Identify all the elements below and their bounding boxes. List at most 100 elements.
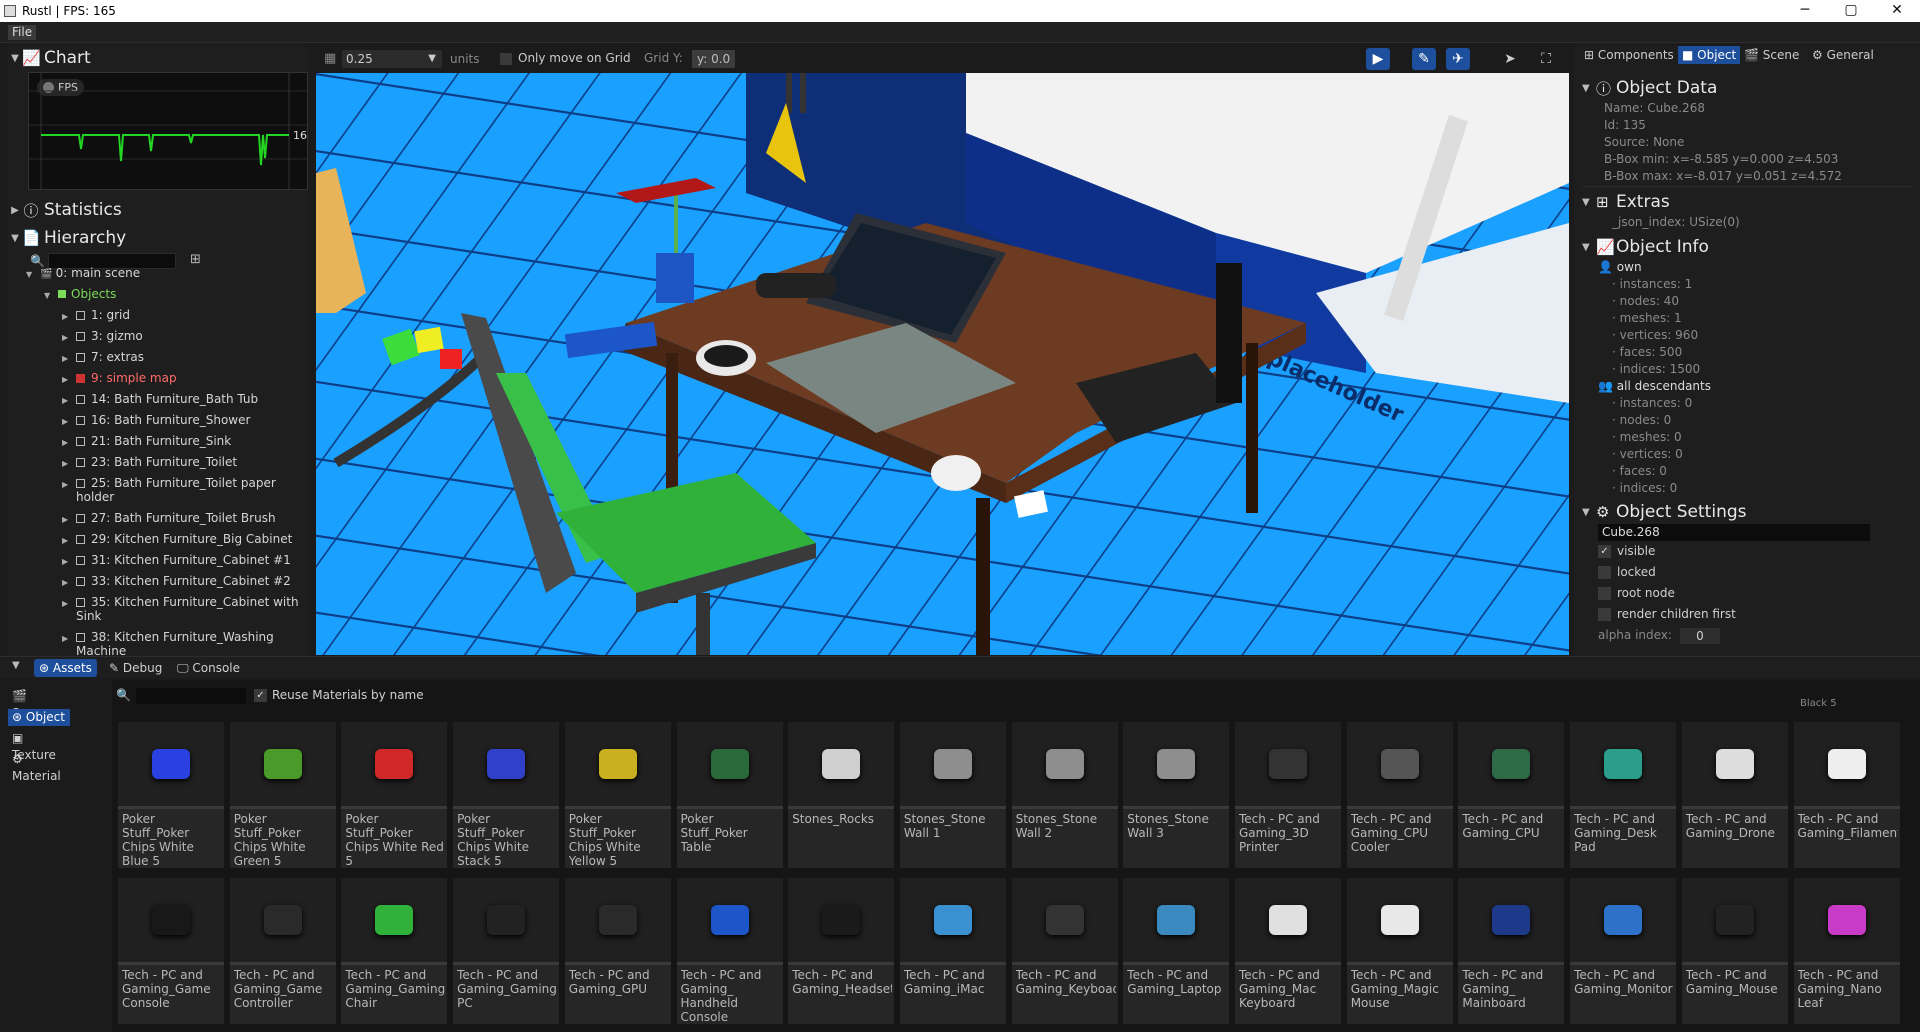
asset-tile[interactable]: Poker Stuff_Poker Table (676, 722, 783, 868)
expand-icon[interactable]: ▶ (62, 532, 76, 549)
asset-category-material[interactable]: ⚙ Material (8, 751, 70, 783)
reuse-materials-checkbox[interactable]: ✓ (254, 689, 267, 702)
expand-icon[interactable]: ▼ (44, 287, 58, 304)
tab-assets[interactable]: ⊛ Assets (34, 659, 97, 677)
asset-tile[interactable]: Poker Stuff_Poker Chips White Green 5 (229, 722, 336, 868)
asset-tile[interactable]: Stones_Stone Wall 1 (899, 722, 1006, 868)
checkbox-row[interactable]: ✓ visible (1582, 541, 1912, 562)
asset-tile[interactable]: Tech - PC and Gaming_Gaming Chair (341, 878, 448, 1024)
checkbox-icon[interactable] (76, 311, 85, 320)
add-icon[interactable]: ⊞ (190, 252, 201, 267)
checkbox-icon[interactable] (76, 479, 85, 488)
tree-item[interactable]: ▶ 3: gizmo (62, 328, 143, 345)
alpha-index-input[interactable]: 0 (1679, 627, 1720, 644)
asset-tile[interactable]: Tech - PC and Gaming_3D Printer (1235, 722, 1341, 868)
tree-item[interactable]: ▶ 7: extras (62, 349, 144, 366)
collapse-icon[interactable]: ▼ (12, 660, 20, 671)
asset-tile[interactable]: Tech - PC and Gaming_ Handheld Console (676, 878, 783, 1024)
asset-tile[interactable]: Poker Stuff_Poker Chips White Red 5 (341, 722, 448, 868)
checkbox-row[interactable]: root node (1582, 583, 1912, 604)
3d-viewport[interactable]: placeholder (316, 73, 1569, 655)
object-name-input[interactable]: Cube.268 (1598, 524, 1870, 541)
minimize-button[interactable]: ─ (1782, 0, 1828, 22)
asset-tile[interactable]: Poker Stuff_Poker Chips White Blue 5 (118, 722, 224, 868)
asset-tile[interactable]: Tech - PC and Gaming_Game Controller (229, 878, 336, 1024)
checkbox-icon[interactable] (76, 556, 85, 565)
asset-tile[interactable]: Tech - PC and Gaming_Laptop (1123, 878, 1230, 1024)
expand-icon[interactable]: ▶ (62, 434, 76, 451)
asset-tile[interactable]: Poker Stuff_Poker Chips White Yellow 5 (564, 722, 671, 868)
expand-icon[interactable]: ▼ (26, 266, 40, 283)
expand-icon[interactable]: ▶ (62, 455, 76, 472)
asset-tile[interactable]: Tech - PC and Gaming_Filament (1793, 722, 1900, 868)
tree-item[interactable]: ▶ 27: Bath Furniture_Toilet Brush (62, 510, 276, 527)
checkbox-icon[interactable] (76, 353, 85, 362)
extras-header[interactable]: ▼ ⊞ Extras (1582, 190, 1912, 214)
play-icon[interactable]: ▶ (1366, 48, 1390, 70)
asset-tile[interactable]: Tech - PC and Gaming_Keyboad (1011, 878, 1118, 1024)
tab-console[interactable]: 🖵 Console (172, 659, 245, 677)
tab-object[interactable]: ■ Object (1678, 46, 1741, 64)
checkbox-icon[interactable] (76, 598, 85, 607)
expand-icon[interactable]: ▶ (62, 329, 76, 346)
asset-tile[interactable]: Tech - PC and Gaming_Monitor (1570, 878, 1677, 1024)
statistics-header[interactable]: ▶ ⓘ Statistics (8, 198, 308, 222)
asset-search-input[interactable] (136, 688, 246, 704)
expand-icon[interactable]: ▶ (62, 350, 76, 367)
tab-debug[interactable]: ✎ Debug (104, 659, 167, 677)
root-node-checkbox[interactable] (1598, 587, 1611, 600)
checkbox-icon[interactable] (76, 416, 85, 425)
tab-scene[interactable]: 🎬 Scene (1740, 46, 1803, 64)
object-settings-header[interactable]: ▼ ⚙ Object Settings (1582, 500, 1912, 524)
asset-tile[interactable]: Tech - PC and Gaming_Mouse (1681, 878, 1788, 1024)
menu-file[interactable]: File (8, 25, 37, 40)
asset-tile[interactable]: Tech - PC and Gaming_Mac Keyboard (1235, 878, 1341, 1024)
expand-icon[interactable]: ▶ (62, 630, 76, 647)
asset-tile[interactable]: Tech - PC and Gaming_iMac (899, 878, 1006, 1024)
tree-item[interactable]: ▶ 33: Kitchen Furniture_Cabinet #2 (62, 573, 291, 590)
expand-icon[interactable]: ▶ (62, 595, 76, 612)
asset-category-scene[interactable]: 🎬 Scene (8, 688, 70, 720)
expand-icon[interactable]: ▶ (62, 511, 76, 528)
asset-tile[interactable]: Tech - PC and Gaming_Headset (788, 878, 895, 1024)
asset-tile[interactable]: Tech - PC and Gaming_Gaming PC (453, 878, 560, 1024)
locked-checkbox[interactable] (1598, 566, 1611, 579)
tree-item[interactable]: ▼ Objects (44, 286, 116, 303)
only-grid-checkbox[interactable] (500, 53, 512, 65)
tab-general[interactable]: ⚙ General (1808, 46, 1878, 64)
checkbox-icon[interactable] (76, 395, 85, 404)
visible-checkbox[interactable]: ✓ (1598, 545, 1611, 558)
asset-tile[interactable]: Tech - PC and Gaming_Nano Leaf (1793, 878, 1900, 1024)
checkbox-row[interactable]: render children first (1582, 604, 1912, 625)
expand-icon[interactable]: ▶ (62, 308, 76, 325)
cursor-icon[interactable]: ➤ (1498, 48, 1522, 70)
checkbox-icon[interactable] (76, 633, 85, 642)
asset-tile[interactable]: Tech - PC and Gaming_ Mainboard (1458, 878, 1565, 1024)
chart-header[interactable]: ▼ 📈 Chart (8, 46, 308, 70)
tree-item[interactable]: ▶ 31: Kitchen Furniture_Cabinet #1 (62, 552, 291, 569)
expand-icon[interactable]: ▶ (62, 553, 76, 570)
expand-icon[interactable]: ▶ (62, 392, 76, 409)
asset-tile[interactable]: Tech - PC and Gaming_Game Console (118, 878, 224, 1024)
asset-category-texture[interactable]: ▣ Texture (8, 730, 70, 762)
asset-tile[interactable]: Tech - PC and Gaming_Magic Mouse (1346, 878, 1453, 1024)
checkbox-icon[interactable] (76, 514, 85, 523)
airplane-icon[interactable]: ✈ (1446, 48, 1470, 70)
asset-tile[interactable]: Tech - PC and Gaming_CPU (1458, 722, 1565, 868)
tree-item[interactable]: ▶ 14: Bath Furniture_Bath Tub (62, 391, 258, 408)
asset-tile[interactable]: Poker Stuff_Poker Chips White Stack 5 (453, 722, 560, 868)
expand-icon[interactable]: ▶ (62, 413, 76, 430)
asset-category-object[interactable]: ⊛ Object (8, 709, 70, 726)
render-children-first-checkbox[interactable] (1598, 608, 1611, 621)
grid-size-select[interactable]: 0.25 ▼ (342, 50, 442, 68)
tree-item[interactable]: ▶ 9: simple map (62, 370, 177, 387)
checkbox-row[interactable]: locked (1582, 562, 1912, 583)
checkbox-icon[interactable] (76, 437, 85, 446)
asset-tile[interactable]: Tech - PC and Gaming_Desk Pad (1570, 722, 1677, 868)
checkbox-icon[interactable] (76, 374, 85, 383)
asset-tile[interactable]: Tech - PC and Gaming_GPU (564, 878, 671, 1024)
tree-item[interactable]: ▼ 🎬 0: main scene (26, 265, 140, 282)
tab-components[interactable]: ⊞ Components (1580, 46, 1678, 64)
checkbox-icon[interactable] (76, 332, 85, 341)
eraser-icon[interactable]: ✎ (1412, 48, 1436, 70)
